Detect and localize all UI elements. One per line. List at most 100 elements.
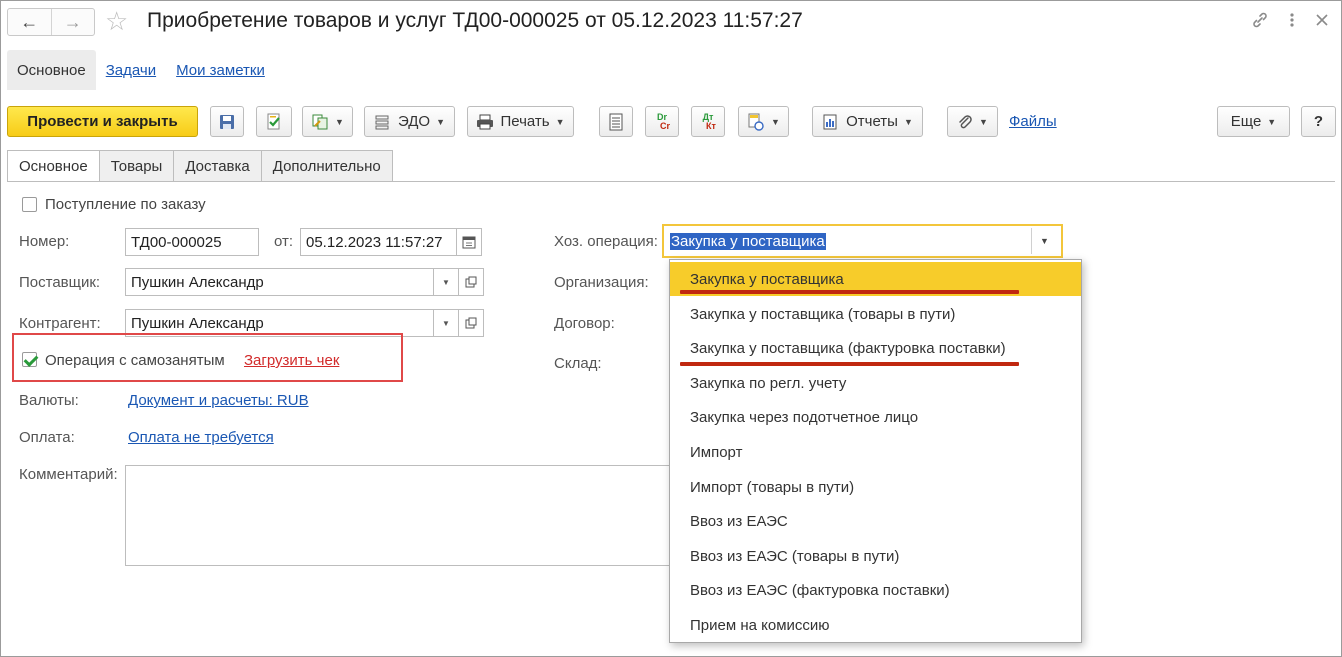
calendar-button[interactable] — [456, 228, 482, 256]
currency-label: Валюты: — [19, 392, 79, 409]
payment-link[interactable]: Оплата не требуется — [128, 429, 274, 446]
number-label: Номер: — [19, 233, 70, 250]
attach-button[interactable]: ▼ — [947, 106, 998, 137]
section-tab-notes[interactable]: Мои заметки — [166, 50, 275, 90]
link-icon[interactable] — [1251, 11, 1269, 29]
forward-arrow-icon: → — [63, 11, 82, 32]
journal-icon — [609, 113, 623, 130]
open-icon — [465, 276, 477, 288]
post-and-close-button[interactable]: Провести и закрыть — [7, 106, 198, 137]
dropdown-item[interactable]: Импорт (товары в пути) — [670, 470, 1081, 504]
comment-field[interactable] — [125, 465, 685, 566]
forward-button[interactable]: → — [50, 9, 95, 35]
number-field[interactable]: ТД00-000025 — [125, 228, 259, 256]
reports-label: Отчеты — [846, 113, 898, 130]
self-employed-label: Операция с самозанятым — [45, 352, 225, 369]
page-title: Приобретение товаров и услуг ТД00-000025… — [147, 9, 803, 32]
counterparty-dropdown-button[interactable]: ▼ — [433, 309, 459, 337]
back-button[interactable]: ← — [8, 9, 51, 35]
post-icon — [267, 113, 280, 129]
dropdown-item[interactable]: Закупка по регл. учету — [670, 366, 1081, 400]
organization-label: Организация: — [554, 274, 649, 291]
help-button[interactable]: ? — [1301, 106, 1336, 137]
files-link[interactable]: Файлы — [1009, 113, 1057, 130]
dropdown-item[interactable]: Ввоз из ЕАЭС (товары в пути) — [670, 539, 1081, 573]
chevron-down-icon: ▼ — [1040, 236, 1049, 246]
operation-label: Хоз. операция: — [554, 233, 658, 250]
help-label: ? — [1313, 113, 1324, 130]
post-button[interactable] — [256, 106, 292, 137]
dtkt-button[interactable]: Dr Cr — [645, 106, 679, 137]
chevron-down-icon: ▼ — [442, 277, 450, 287]
self-employed-checkbox[interactable] — [22, 352, 37, 367]
reports-button[interactable]: Отчеты ▼ — [812, 106, 923, 137]
edo-icon — [375, 115, 389, 129]
chevron-down-icon: ▼ — [903, 116, 913, 127]
load-receipt-link[interactable]: Загрузить чек — [244, 352, 339, 369]
section-tab-tasks[interactable]: Задачи — [96, 50, 166, 90]
dropdown-item[interactable]: Импорт — [670, 435, 1081, 469]
edo-button[interactable]: ЭДО ▼ — [364, 106, 455, 137]
navigation-buttons: ← → — [7, 8, 95, 36]
tab-main[interactable]: Основное — [7, 150, 100, 182]
currency-link[interactable]: Документ и расчеты: RUB — [128, 392, 309, 409]
comment-label: Комментарий: — [19, 466, 118, 483]
paperclip-icon — [959, 114, 972, 128]
journal-button[interactable] — [599, 106, 633, 137]
dt-kt-button[interactable]: Дт Кт — [691, 106, 725, 137]
date-field[interactable]: 05.12.2023 11:57:27 — [300, 228, 457, 256]
command-bar: Провести и закрыть ▼ ЭДО ▼ Печать ▼ Dr C… — [7, 106, 1336, 138]
by-order-checkbox[interactable] — [22, 197, 37, 212]
post-and-close-label: Провести и закрыть — [27, 113, 178, 130]
tab-goods[interactable]: Товары — [99, 150, 175, 182]
dropdown-item[interactable]: Закупка через подотчетное лицо — [670, 400, 1081, 434]
create-based-on-button[interactable]: ▼ — [302, 106, 353, 137]
document-structure-button[interactable]: ▼ — [738, 106, 789, 137]
form-tabs: Основное Товары Доставка Дополнительно — [7, 150, 393, 182]
counterparty-label: Контрагент: — [19, 315, 101, 332]
dropdown-item[interactable]: Ввоз из ЕАЭС — [670, 504, 1081, 538]
warehouse-label: Склад: — [554, 355, 602, 372]
open-icon — [465, 317, 477, 329]
more-button[interactable]: Еще ▼ — [1217, 106, 1290, 137]
print-label: Печать — [500, 113, 550, 130]
operation-combo[interactable]: Закупка у поставщика ▼ — [662, 224, 1063, 258]
annotation-underline — [680, 290, 1019, 294]
chevron-down-icon: ▼ — [979, 116, 988, 127]
calendar-icon — [462, 236, 476, 249]
create-based-icon — [312, 114, 328, 129]
supplier-dropdown-button[interactable]: ▼ — [433, 268, 459, 296]
back-arrow-icon: ← — [20, 11, 39, 32]
printer-icon — [477, 114, 494, 129]
date-label: от: — [274, 233, 294, 250]
save-button[interactable] — [210, 106, 244, 137]
supplier-label: Поставщик: — [19, 274, 101, 291]
operation-value: Закупка у поставщика — [670, 233, 826, 250]
counterparty-open-button[interactable] — [458, 309, 484, 337]
operation-dropdown-button[interactable]: ▼ — [1031, 228, 1057, 254]
chevron-down-icon: ▼ — [436, 116, 446, 127]
payment-label: Оплата: — [19, 429, 75, 446]
section-tab-main[interactable]: Основное — [7, 50, 96, 90]
dropdown-item[interactable]: Закупка у поставщика (товары в пути) — [670, 297, 1081, 331]
more-vert-icon[interactable] — [1289, 11, 1295, 29]
edo-label: ЭДО — [397, 113, 431, 130]
chevron-down-icon: ▼ — [1267, 116, 1277, 127]
annotation-underline — [680, 362, 1019, 366]
favorite-star-icon[interactable]: ☆ — [105, 7, 128, 35]
operation-dropdown-list: Закупка у поставщика Закупка у поставщик… — [669, 259, 1082, 643]
supplier-field[interactable]: Пушкин Александр — [125, 268, 434, 296]
dropdown-item[interactable]: Закупка у поставщика (фактуровка поставк… — [670, 331, 1081, 365]
doc-structure-icon — [748, 113, 764, 131]
close-icon[interactable] — [1315, 11, 1329, 29]
section-tabs: Основное Задачи Мои заметки — [7, 50, 275, 90]
chevron-down-icon: ▼ — [442, 318, 450, 328]
dropdown-item[interactable]: Прием на комиссию — [670, 608, 1081, 642]
supplier-open-button[interactable] — [458, 268, 484, 296]
dropdown-item[interactable]: Ввоз из ЕАЭС (фактуровка поставки) — [670, 573, 1081, 607]
contract-label: Договор: — [554, 315, 615, 332]
by-order-label: Поступление по заказу — [45, 196, 206, 213]
print-button[interactable]: Печать ▼ — [467, 106, 574, 137]
tab-additional[interactable]: Дополнительно — [261, 150, 393, 182]
tab-delivery[interactable]: Доставка — [174, 150, 262, 182]
